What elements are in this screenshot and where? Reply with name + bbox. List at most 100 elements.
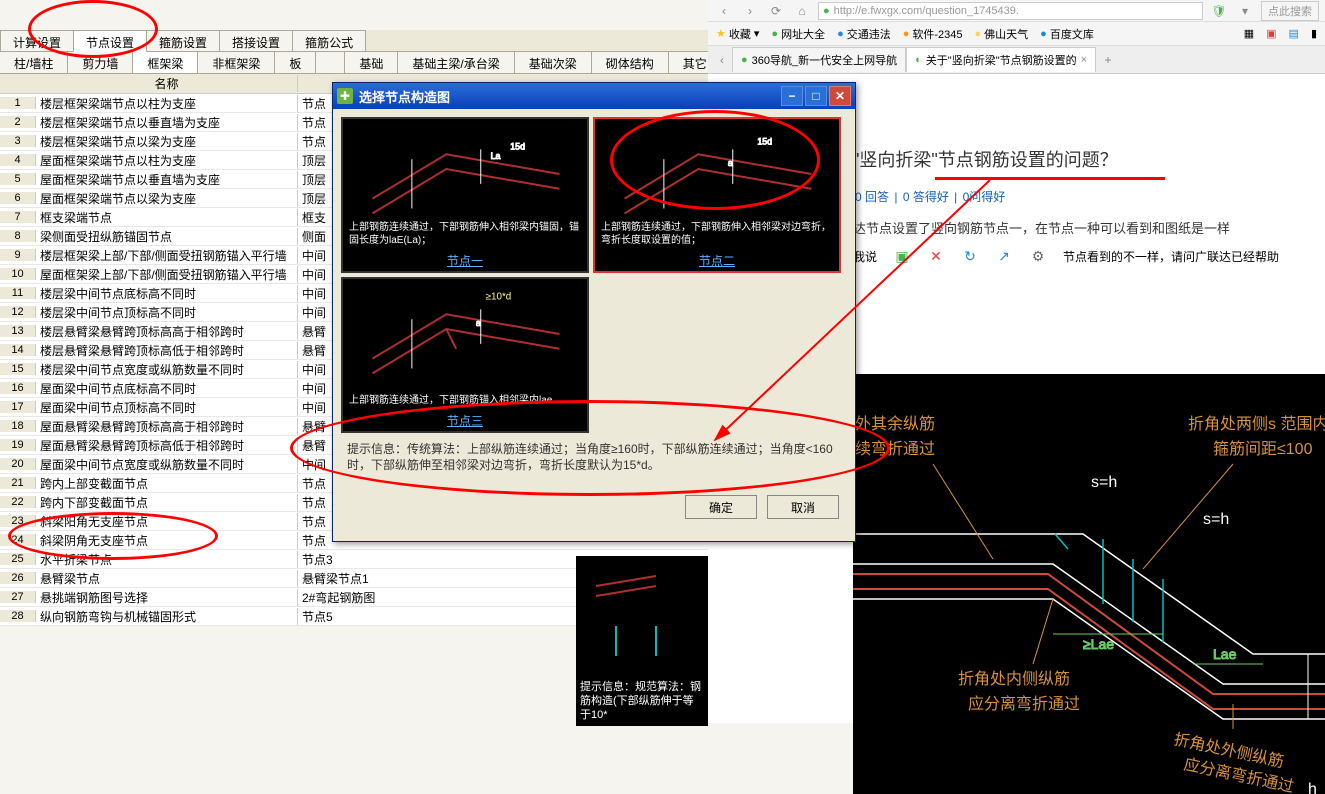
- tab-close-icon[interactable]: ×: [1081, 54, 1087, 66]
- node3-desc: 上部钢筋连续通过，下部钢筋锚入相邻梁内lae: [349, 394, 581, 407]
- fav-sites[interactable]: ●网址大全: [771, 26, 825, 42]
- row-name: 屋面梁中间节点底标高不同时: [36, 380, 298, 397]
- row-name: 屋面框架梁上部/下部/侧面受扭钢筋锚入平行墙: [36, 266, 298, 283]
- browser-tabs: ‹ ● 360导航_新一代安全上网导航 ◐ 关于"竖向折梁"节点钢筋设置的 × …: [708, 46, 1325, 74]
- svg-text:应分离弯折通过: 应分离弯折通过: [968, 694, 1080, 713]
- tab-stirrup[interactable]: 箍筋设置: [146, 30, 220, 51]
- diagram-area: ≥Lae Lae 外其余纵筋 续弯折通过 折角处两侧s 范围内 箍筋间距≤100…: [853, 374, 1325, 794]
- cancel-button[interactable]: 取消: [767, 495, 839, 519]
- tab-formula[interactable]: 箍筋公式: [292, 30, 366, 51]
- dialog-titlebar[interactable]: ✚ 选择节点构造图 − □ ✕: [333, 83, 855, 109]
- zoom-fit-icon[interactable]: ▣: [893, 247, 911, 265]
- row-number: 5: [0, 173, 36, 185]
- row-name: 楼层梁中间节点顶标高不同时: [36, 304, 298, 321]
- gear-icon[interactable]: ⚙: [1029, 247, 1047, 265]
- row-name: 梁侧面受扭纵筋锚固节点: [36, 228, 298, 245]
- address-bar[interactable]: ● http://e.fwxgx.com/question_1745439.: [818, 2, 1203, 20]
- row-name: 楼层梁中间节点宽度或纵筋数量不同时: [36, 361, 298, 378]
- subtab-empty[interactable]: [316, 52, 345, 73]
- row-number: 4: [0, 154, 36, 166]
- toolbar-plus-icon[interactable]: ▮: [1311, 27, 1317, 40]
- row-number: 11: [0, 287, 36, 299]
- globe-icon: ●: [771, 28, 778, 40]
- minimize-button[interactable]: −: [781, 86, 803, 106]
- row-name: 楼层框架梁端节点以柱为支座: [36, 95, 298, 112]
- row-name: 楼层框架梁端节点以梁为支座: [36, 133, 298, 150]
- row-number: 26: [0, 572, 36, 584]
- row-number: 22: [0, 496, 36, 508]
- row-name: 屋面悬臂梁悬臂跨顶标高高于相邻跨时: [36, 418, 298, 435]
- maximize-button[interactable]: □: [805, 86, 827, 106]
- row-name: 跨内上部变截面节点: [36, 475, 298, 492]
- subtab-foundbeam[interactable]: 基础主梁/承台梁: [398, 52, 514, 73]
- page-text-2: 节点看到的不一样，请问广联达已经帮助: [1063, 248, 1279, 265]
- row-name: 屋面框架梁端节点以梁为支座: [36, 190, 298, 207]
- row-name: 楼层梁中间节点底标高不同时: [36, 285, 298, 302]
- row-number: 17: [0, 401, 36, 413]
- shield-icon[interactable]: 🛡: [1209, 2, 1229, 20]
- home-button[interactable]: ⌂: [792, 2, 812, 20]
- row-number: 3: [0, 135, 36, 147]
- row-name: 楼层悬臂梁悬臂跨顶标高低于相邻跨时: [36, 342, 298, 359]
- toolbar-db-icon[interactable]: ▤: [1289, 27, 1299, 40]
- node3-label: 节点三: [343, 412, 587, 429]
- node-card-3[interactable]: a ≥10*d 上部钢筋连续通过，下部钢筋锚入相邻梁内lae 节点三: [341, 277, 589, 433]
- browser-tab-2[interactable]: ◐ 关于"竖向折梁"节点钢筋设置的 ×: [906, 47, 1096, 72]
- row-number: 7: [0, 211, 36, 223]
- fav-baidu[interactable]: ●百度文库: [1040, 26, 1094, 42]
- tab-prev[interactable]: ‹: [712, 53, 732, 67]
- fav-weather[interactable]: ●佛山天气: [975, 26, 1029, 42]
- fav-star[interactable]: ★收藏 ▾: [716, 26, 759, 42]
- tab-node[interactable]: 节点设置: [73, 30, 147, 52]
- subtab-masonry[interactable]: 砌体结构: [592, 52, 669, 73]
- fav-software[interactable]: ●软件-2345: [903, 26, 963, 42]
- tab-lap[interactable]: 搭接设置: [219, 30, 293, 51]
- row-name: 水平折梁节点: [36, 551, 298, 568]
- close-button[interactable]: ✕: [829, 86, 851, 106]
- search-box[interactable]: 点此搜索: [1261, 1, 1319, 21]
- svg-text:h: h: [1308, 781, 1317, 794]
- svg-text:15d: 15d: [510, 141, 525, 151]
- subtab-framebeam[interactable]: 框架梁: [133, 52, 198, 73]
- row-number: 18: [0, 420, 36, 432]
- row-number: 1: [0, 97, 36, 109]
- row-number: 15: [0, 363, 36, 375]
- row-name: 楼层框架梁上部/下部/侧面受扭钢筋锚入平行墙: [36, 247, 298, 264]
- star-icon: ★: [716, 27, 726, 40]
- row-name: 框支梁端节点: [36, 209, 298, 226]
- row-number: 21: [0, 477, 36, 489]
- subtab-shearwall[interactable]: 剪力墙: [68, 52, 133, 73]
- tab-calc[interactable]: 计算设置: [0, 30, 74, 51]
- row-name: 屋面框架梁端节点以垂直墙为支座: [36, 171, 298, 188]
- preview-pane: 提示信息：规范算法：钢筋构造(下部纵筋伸于等于10*: [576, 556, 708, 726]
- svg-text:≥Lae: ≥Lae: [1083, 636, 1114, 652]
- row-name: 屋面梁中间节点顶标高不同时: [36, 399, 298, 416]
- node2-label: 节点二: [595, 252, 839, 269]
- new-tab-button[interactable]: +: [1096, 53, 1120, 67]
- dropdown-icon[interactable]: ▾: [1235, 2, 1255, 20]
- rotate-icon[interactable]: ↻: [961, 247, 979, 265]
- toolbar-cal-icon[interactable]: ▣: [1266, 27, 1276, 40]
- subtab-nonframe[interactable]: 非框架梁: [198, 52, 275, 73]
- row-number: 2: [0, 116, 36, 128]
- favorites-bar: ★收藏 ▾ ●网址大全 ●交通违法 ●软件-2345 ●佛山天气 ●百度文库 ▦…: [708, 22, 1325, 46]
- row-name: 跨内下部变截面节点: [36, 494, 298, 511]
- subtab-column[interactable]: 柱/墙柱: [0, 52, 68, 73]
- node1-desc: 上部钢筋连续通过，下部钢筋伸入相邻梁内锚固，锚固长度为laE(La)；: [349, 221, 581, 247]
- reload-button[interactable]: ⟳: [766, 2, 786, 20]
- browser-tab-1[interactable]: ● 360导航_新一代安全上网导航: [732, 47, 906, 72]
- fav-traffic[interactable]: ●交通违法: [837, 26, 891, 42]
- subtab-slab[interactable]: 板: [275, 52, 316, 73]
- back-button[interactable]: ‹: [714, 2, 734, 20]
- node-card-2[interactable]: a 15d 上部钢筋连续通过，下部钢筋伸入相邻梁对边弯折，弯折长度取设置的值； …: [593, 117, 841, 273]
- share-icon[interactable]: ↗: [995, 247, 1013, 265]
- node-card-1[interactable]: La 15d 上部钢筋连续通过，下部钢筋伸入相邻梁内锚固，锚固长度为laE(La…: [341, 117, 589, 273]
- forward-button[interactable]: ›: [740, 2, 760, 20]
- dialog-icon: ✚: [337, 88, 353, 104]
- subtab-foundation[interactable]: 基础: [345, 52, 398, 73]
- zoom-actual-icon[interactable]: ✕: [927, 247, 945, 265]
- toolbar-grid-icon[interactable]: ▦: [1244, 27, 1254, 40]
- ok-button[interactable]: 确定: [685, 495, 757, 519]
- subtab-foundsec[interactable]: 基础次梁: [515, 52, 592, 73]
- row-number: 24: [0, 534, 36, 546]
